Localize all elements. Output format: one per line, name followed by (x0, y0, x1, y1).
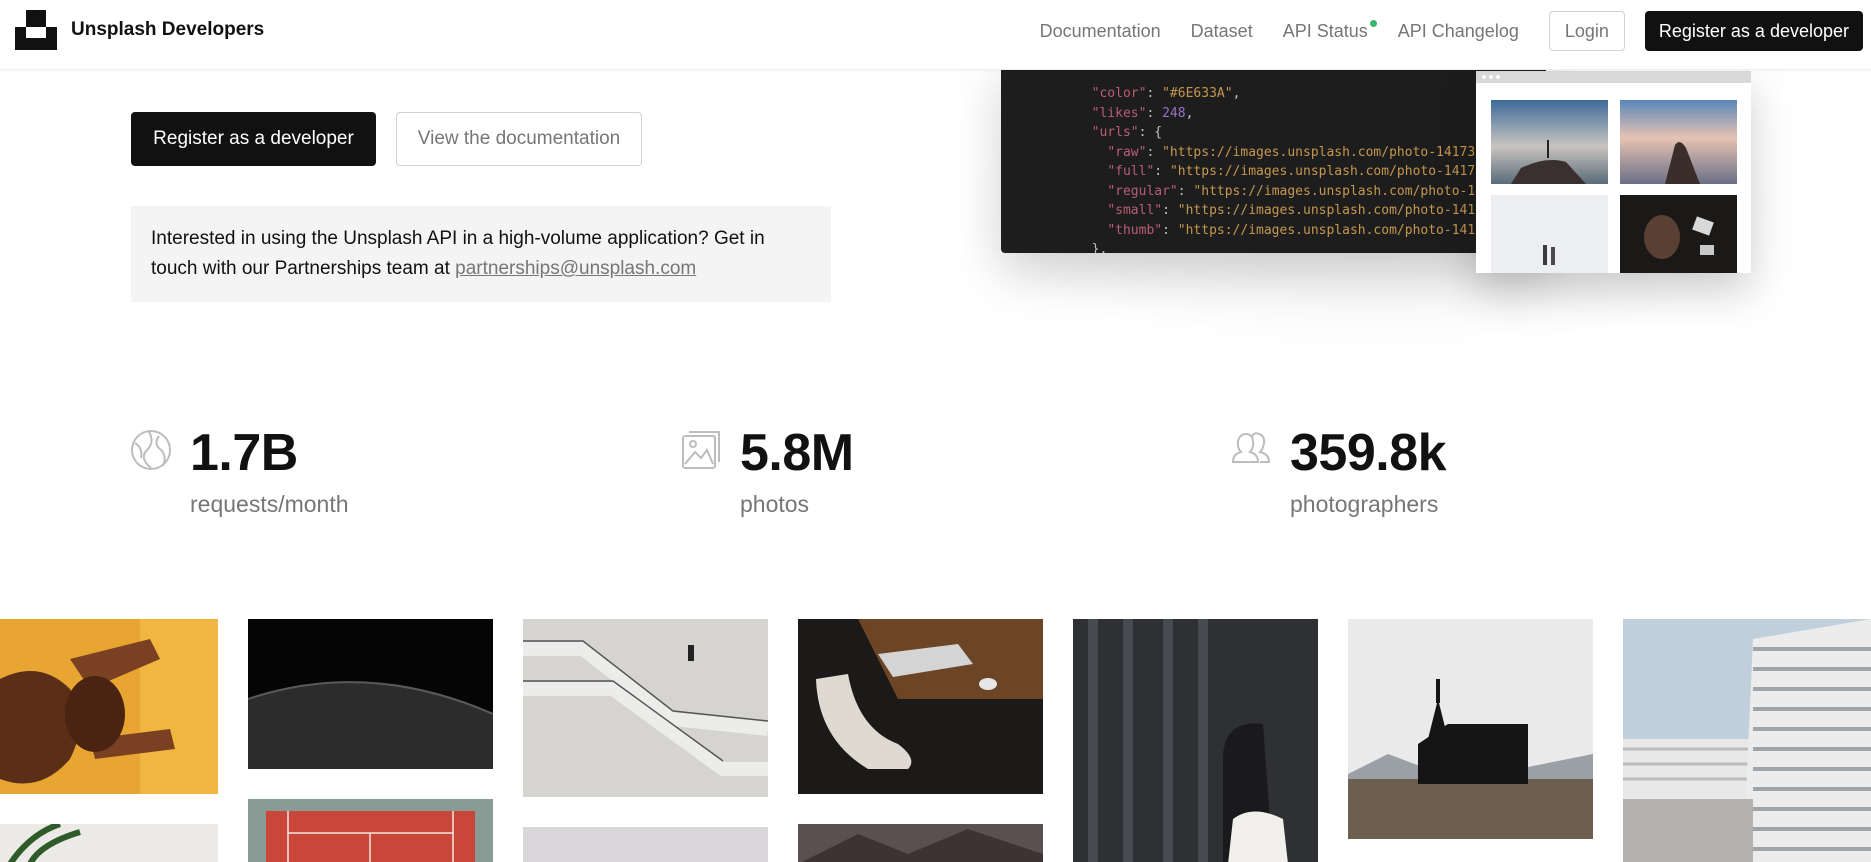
preview-photo-rock (1620, 100, 1737, 184)
grid-photo-black-church[interactable] (1348, 619, 1593, 839)
browser-bar (1476, 71, 1751, 83)
login-button[interactable]: Login (1548, 11, 1625, 51)
stat-requests-label: requests/month (190, 491, 349, 517)
view-documentation-button[interactable]: View the documentation (396, 112, 642, 166)
partnerships-email-link[interactable]: partnerships@unsplash.com (455, 258, 696, 279)
browser-preview (1476, 71, 1751, 273)
grid-photo-plant[interactable] (0, 824, 218, 862)
grid-photo-grey[interactable] (523, 827, 768, 862)
stat-requests-value: 1.7B (190, 424, 298, 482)
grid-photo-curtain-woman[interactable] (1073, 619, 1318, 862)
stat-photos-value: 5.8M (740, 424, 854, 482)
nav-link-documentation[interactable]: Documentation (1040, 21, 1161, 42)
nav-link-api-changelog[interactable]: API Changelog (1398, 21, 1519, 42)
stat-photographers-label: photographers (1290, 491, 1439, 517)
grid-photo-mountain-sky[interactable] (798, 824, 1043, 862)
register-nav-button[interactable]: Register as a developer (1644, 11, 1863, 51)
brand-name[interactable]: Unsplash Developers (71, 19, 264, 41)
partnerships-notice: Interested in using the Unsplash API in … (131, 206, 831, 302)
globe-icon (131, 430, 171, 470)
preview-photo-mist (1491, 195, 1608, 273)
people-icon (1231, 432, 1271, 463)
preview-photo-cliff (1491, 100, 1608, 184)
grid-photo-stairs[interactable] (523, 619, 768, 797)
stat-photographers-value: 359.8k (1290, 424, 1447, 482)
stat-photos-label: photos (740, 491, 810, 517)
top-nav: Unsplash Developers Documentation Datase… (0, 0, 1871, 70)
grid-photo-dark-curve[interactable] (248, 619, 493, 769)
nav-link-api-status-label: API Status (1282, 20, 1368, 41)
register-button[interactable]: Register as a developer (131, 112, 376, 166)
grid-photo-hands[interactable] (0, 619, 218, 794)
nav-links: Documentation Dataset API Status API Cha… (1040, 11, 1863, 51)
grid-photo-desk-laptop[interactable] (798, 619, 1043, 794)
unsplash-logo-icon[interactable] (15, 10, 57, 50)
nav-link-api-status[interactable]: API Status (1282, 19, 1377, 42)
status-dot-icon (1369, 19, 1377, 27)
code-sample-window: "color": "#6E633A", "likes": 248, "urls"… (1001, 58, 1546, 253)
grid-photo-building[interactable] (1623, 619, 1871, 862)
grid-photo-red-court[interactable] (248, 799, 493, 862)
photo-icon (682, 431, 720, 469)
preview-photo-flatlay (1620, 195, 1737, 273)
nav-link-dataset[interactable]: Dataset (1191, 21, 1253, 42)
